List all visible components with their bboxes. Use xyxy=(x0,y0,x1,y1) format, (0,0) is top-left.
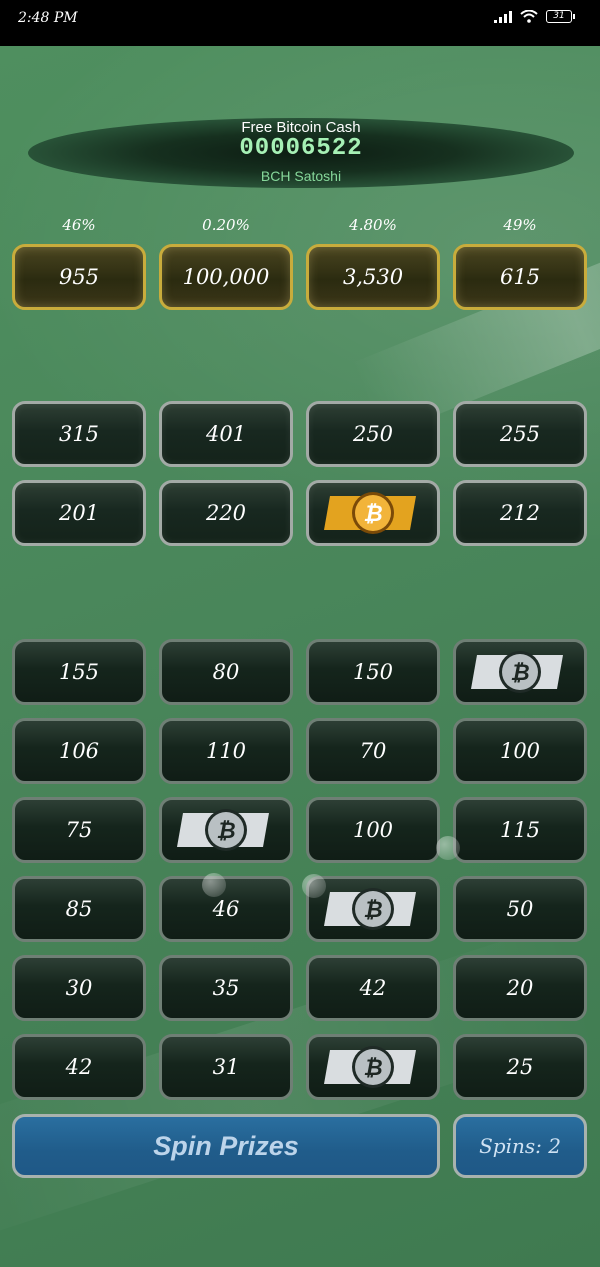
svg-text:₿: ₿ xyxy=(363,897,382,922)
gold-bitcoin-icon: ₿ xyxy=(324,492,416,534)
prize-tile: 25 xyxy=(453,1034,587,1100)
svg-text:₿: ₿ xyxy=(216,818,235,843)
bch-coin-tile: ₿ xyxy=(159,797,293,863)
wifi-icon xyxy=(520,10,538,23)
battery-icon: 31 xyxy=(546,10,575,23)
prize-tile: 100 xyxy=(306,797,440,863)
prize-tile: 50 xyxy=(453,876,587,942)
prize-tile: 75 xyxy=(12,797,146,863)
prize-tile: 70 xyxy=(306,718,440,784)
bitcoin-icon: ₿ xyxy=(324,1046,416,1088)
top-prize-tile: 3,530 xyxy=(306,244,440,310)
balance-unit: BCH Satoshi xyxy=(260,168,342,184)
prize-tile: 20 xyxy=(453,955,587,1021)
svg-text:₿: ₿ xyxy=(363,1055,382,1080)
signal-icon xyxy=(494,10,512,23)
spins-counter: Spins: 2 xyxy=(453,1114,587,1178)
bitcoin-icon: ₿ xyxy=(324,888,416,930)
prize-tile: 150 xyxy=(306,639,440,705)
top-prize-tile: 615 xyxy=(453,244,587,310)
prize-tile: 106 xyxy=(12,718,146,784)
prize-percent: 0.20% xyxy=(202,216,250,234)
prize-tile: 110 xyxy=(159,718,293,784)
bch-coin-tile: ₿ xyxy=(306,1034,440,1100)
balance-header: Free Bitcoin Cash 00006522 BCH Satoshi xyxy=(28,118,574,188)
prize-tile: 30 xyxy=(12,955,146,1021)
top-prize-tile: 100,000 xyxy=(159,244,293,310)
status-time: 2:48 PM xyxy=(18,10,78,26)
prize-tile: 42 xyxy=(12,1034,146,1100)
prize-tile: 155 xyxy=(12,639,146,705)
prize-percent: 49% xyxy=(503,216,537,234)
spin-prizes-button[interactable]: Spin Prizes xyxy=(12,1114,440,1178)
status-bar: 2:48 PM 31 xyxy=(0,0,600,46)
prize-tile: 46 xyxy=(159,876,293,942)
bitcoin-icon: ₿ xyxy=(471,651,563,693)
prize-tile: 201 xyxy=(12,480,146,546)
app-title: Free Bitcoin Cash xyxy=(241,119,361,136)
bubble-decoration xyxy=(436,836,460,860)
bubble-decoration xyxy=(302,874,326,898)
prize-tile: 255 xyxy=(453,401,587,467)
prize-tile: 42 xyxy=(306,955,440,1021)
prize-tile: 115 xyxy=(453,797,587,863)
balance-amount: 00006522 xyxy=(239,135,363,162)
prize-tile: 100 xyxy=(453,718,587,784)
prize-tile: 401 xyxy=(159,401,293,467)
prize-tile: 212 xyxy=(453,480,587,546)
prize-percent: 46% xyxy=(62,216,96,234)
bubble-decoration xyxy=(202,873,226,897)
prize-tile: 250 xyxy=(306,401,440,467)
svg-text:₿: ₿ xyxy=(363,501,382,526)
prize-tile: 220 xyxy=(159,480,293,546)
prize-tile: 35 xyxy=(159,955,293,1021)
gold-bch-coin-tile: ₿ xyxy=(306,480,440,546)
bitcoin-icon: ₿ xyxy=(177,809,269,851)
bch-coin-tile: ₿ xyxy=(306,876,440,942)
svg-text:₿: ₿ xyxy=(510,660,529,685)
prize-tile: 315 xyxy=(12,401,146,467)
bch-coin-tile: ₿ xyxy=(453,639,587,705)
top-prize-tile: 955 xyxy=(12,244,146,310)
prize-tile: 80 xyxy=(159,639,293,705)
prize-percent: 4.80% xyxy=(349,216,397,234)
prize-tile: 85 xyxy=(12,876,146,942)
prize-tile: 31 xyxy=(159,1034,293,1100)
